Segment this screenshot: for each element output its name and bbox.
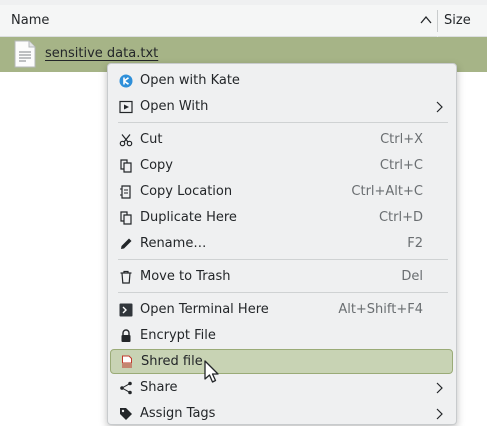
menu-item-assign-tags[interactable]: Assign Tags: [110, 402, 453, 426]
chevron-right-icon: [436, 382, 443, 394]
column-divider[interactable]: [437, 10, 438, 32]
shred-icon: [122, 355, 132, 368]
lock-icon: [121, 329, 131, 342]
pencil-icon: [121, 238, 132, 249]
menu-item-label: Move to Trash: [140, 269, 231, 284]
open-with-icon: [119, 100, 133, 114]
menu-item-label: Open With: [140, 99, 209, 114]
shortcut-label: Ctrl+X: [380, 132, 423, 147]
menu-item-open-terminal-here[interactable]: Open Terminal Here Alt+Shift+F4: [110, 298, 453, 322]
menu-item-move-to-trash[interactable]: Move to Trash Del: [110, 265, 453, 289]
menu-item-label: Copy: [140, 158, 173, 173]
menu-item-label: Encrypt File: [140, 328, 216, 343]
kate-icon: [119, 74, 133, 88]
sort-ascending-icon[interactable]: [419, 14, 433, 26]
column-header: Name Size: [0, 5, 487, 37]
menu-separator: [118, 122, 448, 123]
name-column-header[interactable]: Name: [11, 13, 49, 28]
text-file-icon: [14, 40, 36, 68]
menu-separator: [118, 292, 448, 293]
shortcut-label: Del: [401, 269, 423, 284]
mouse-cursor-icon: [204, 360, 219, 383]
file-name[interactable]: sensitive data.txt: [45, 46, 158, 61]
scissors-icon: [119, 134, 133, 147]
shortcut-label: Ctrl+C: [379, 158, 423, 173]
copy-icon: [120, 159, 132, 173]
menu-item-duplicate-here[interactable]: Duplicate Here Ctrl+D: [110, 206, 453, 230]
menu-item-copy[interactable]: Copy Ctrl+C: [110, 154, 453, 178]
menu-item-open-with[interactable]: Open With: [110, 95, 453, 119]
context-menu: Open with Kate Open With Cut Ctrl+X Copy…: [107, 63, 457, 425]
shortcut-label: Ctrl+Alt+C: [351, 184, 423, 199]
size-column-header[interactable]: Size: [444, 13, 471, 28]
menu-item-encrypt-file[interactable]: Encrypt File: [110, 324, 453, 348]
menu-item-label: Duplicate Here: [140, 210, 237, 225]
shortcut-label: Alt+Shift+F4: [338, 302, 423, 317]
menu-item-cut[interactable]: Cut Ctrl+X: [110, 128, 453, 152]
shortcut-label: F2: [407, 236, 423, 251]
menu-item-label: Open Terminal Here: [140, 302, 269, 317]
menu-item-open-with-kate[interactable]: Open with Kate: [110, 69, 453, 93]
menu-item-label: Cut: [140, 132, 163, 147]
menu-item-copy-location[interactable]: Copy Location Ctrl+Alt+C: [110, 180, 453, 204]
trash-icon: [120, 270, 132, 284]
menu-item-shred-file[interactable]: Shred file: [110, 349, 453, 374]
menu-item-label: Shred file: [141, 354, 203, 369]
shortcut-label: Ctrl+D: [378, 210, 423, 225]
duplicate-icon: [120, 211, 132, 225]
tag-icon: [120, 408, 132, 420]
menu-separator: [118, 259, 448, 260]
terminal-icon: [119, 303, 133, 317]
chevron-right-icon: [436, 101, 443, 113]
menu-item-rename[interactable]: Rename… F2: [110, 232, 453, 256]
share-icon: [120, 381, 132, 395]
menu-item-label: Open with Kate: [140, 73, 240, 88]
menu-item-share[interactable]: Share: [110, 376, 453, 400]
chevron-right-icon: [436, 408, 443, 420]
menu-item-label: Rename…: [140, 236, 207, 251]
menu-item-label: Copy Location: [140, 184, 233, 199]
copy-location-icon: [120, 185, 131, 199]
menu-item-label: Share: [140, 380, 178, 395]
